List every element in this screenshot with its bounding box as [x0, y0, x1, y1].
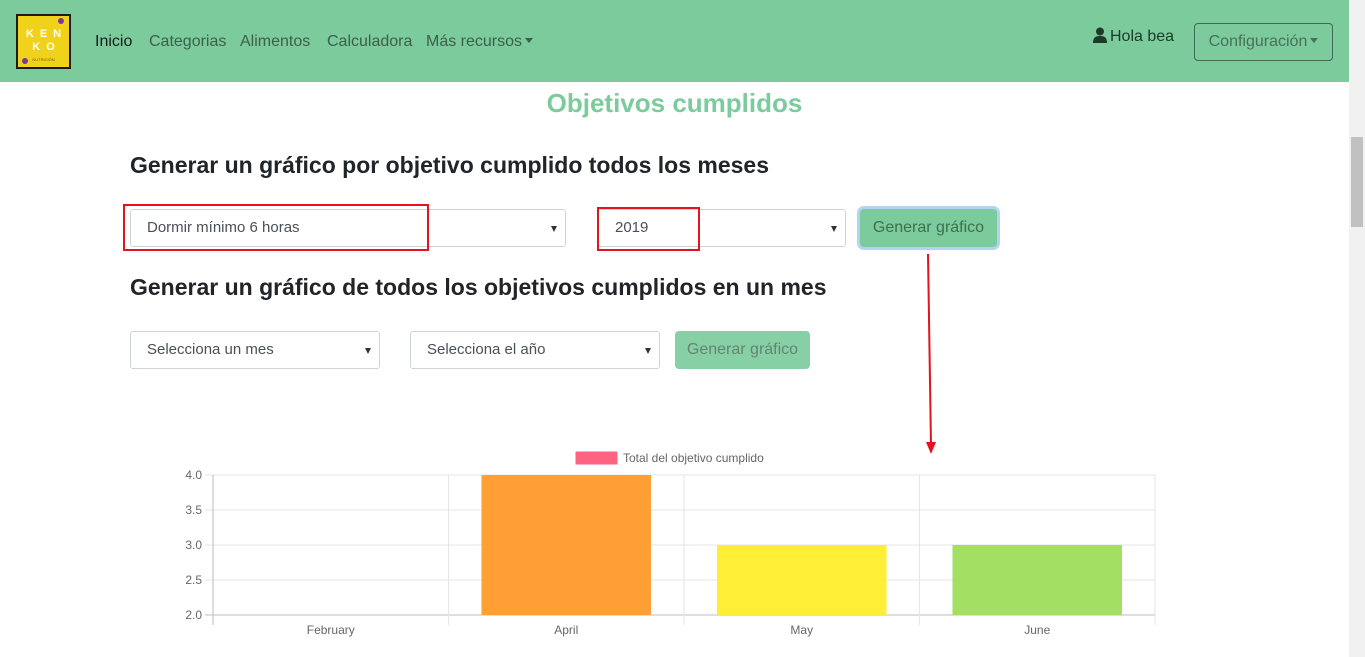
- section-heading-by-objective: Generar un gráfico por objetivo cumplido…: [130, 152, 770, 178]
- section-heading-by-month: Generar un gráfico de todos los objetivo…: [130, 274, 827, 300]
- select-arrow-icon: [365, 348, 371, 354]
- brand-logo[interactable]: KEN KO NUTRICIÓN: [16, 14, 71, 69]
- bar-april: [481, 475, 652, 615]
- x-tick-label: June: [1024, 623, 1050, 637]
- nav-link-alimentos[interactable]: Alimentos: [240, 33, 310, 51]
- logo-text-line1: KEN: [25, 28, 68, 40]
- y-tick-label: 4.0: [185, 468, 202, 482]
- x-tick-label: April: [554, 623, 578, 637]
- logo-text-line2: KO: [32, 41, 61, 53]
- y-tick-label: 2.0: [185, 608, 202, 622]
- select-arrow-icon: [645, 348, 651, 354]
- config-button-label: Configuración: [1208, 33, 1308, 50]
- legend-swatch: [575, 451, 618, 465]
- flower-icon: [58, 18, 64, 24]
- config-dropdown-button[interactable]: Configuración: [1194, 23, 1333, 61]
- month-select-value: Selecciona un mes: [147, 341, 274, 358]
- y-tick-label: 2.5: [185, 573, 202, 587]
- month-select[interactable]: Selecciona un mes: [130, 331, 380, 369]
- bar-may: [716, 545, 887, 615]
- generate-chart-button[interactable]: Generar gráfico: [860, 209, 997, 247]
- user-menu[interactable]: Hola bea: [1093, 27, 1174, 46]
- vertical-scrollbar[interactable]: [1349, 0, 1365, 657]
- year-select-month-value: Selecciona el año: [427, 341, 546, 358]
- page-title: Objetivos cumplidos: [546, 88, 803, 118]
- user-greeting: Hola bea: [1110, 28, 1175, 45]
- select-arrow-icon: [551, 226, 557, 232]
- y-tick-label: 3.5: [185, 503, 202, 517]
- highlight-box-objective: [123, 204, 429, 251]
- user-icon: [1093, 27, 1107, 43]
- y-tick-label: 3.0: [185, 538, 202, 552]
- scrollbar-thumb[interactable]: [1351, 137, 1363, 227]
- select-arrow-icon: [831, 226, 837, 232]
- navbar: KEN KO NUTRICIÓN Inicio Categorias Alime…: [0, 0, 1349, 82]
- nav-link-mas-recursos[interactable]: Más recursos: [426, 33, 534, 51]
- nav-link-inicio[interactable]: Inicio: [95, 33, 132, 51]
- annotation-arrow: [926, 253, 936, 454]
- bar-june: [952, 545, 1123, 615]
- bar-chart: Total del objetivo cumplido 4.0 3.5 3.0 2.5 2…: [185, 451, 1156, 637]
- year-select-month[interactable]: Selecciona el año: [410, 331, 660, 369]
- nav-link-categorias[interactable]: Categorias: [149, 33, 226, 51]
- x-tick-label: May: [790, 623, 813, 637]
- logo-text-line3: NUTRICIÓN: [32, 57, 55, 62]
- x-tick-label: February: [307, 623, 355, 637]
- nav-link-calculadora[interactable]: Calculadora: [327, 33, 412, 51]
- legend-label: Total del objetivo cumplido: [623, 451, 764, 465]
- highlight-box-year: [597, 207, 700, 251]
- nav-link-mas-recursos-label: Más recursos: [426, 33, 523, 50]
- generate-month-chart-button[interactable]: Generar gráfico: [675, 331, 810, 369]
- caret-down-icon: [1310, 38, 1319, 43]
- caret-down-icon: [525, 38, 534, 43]
